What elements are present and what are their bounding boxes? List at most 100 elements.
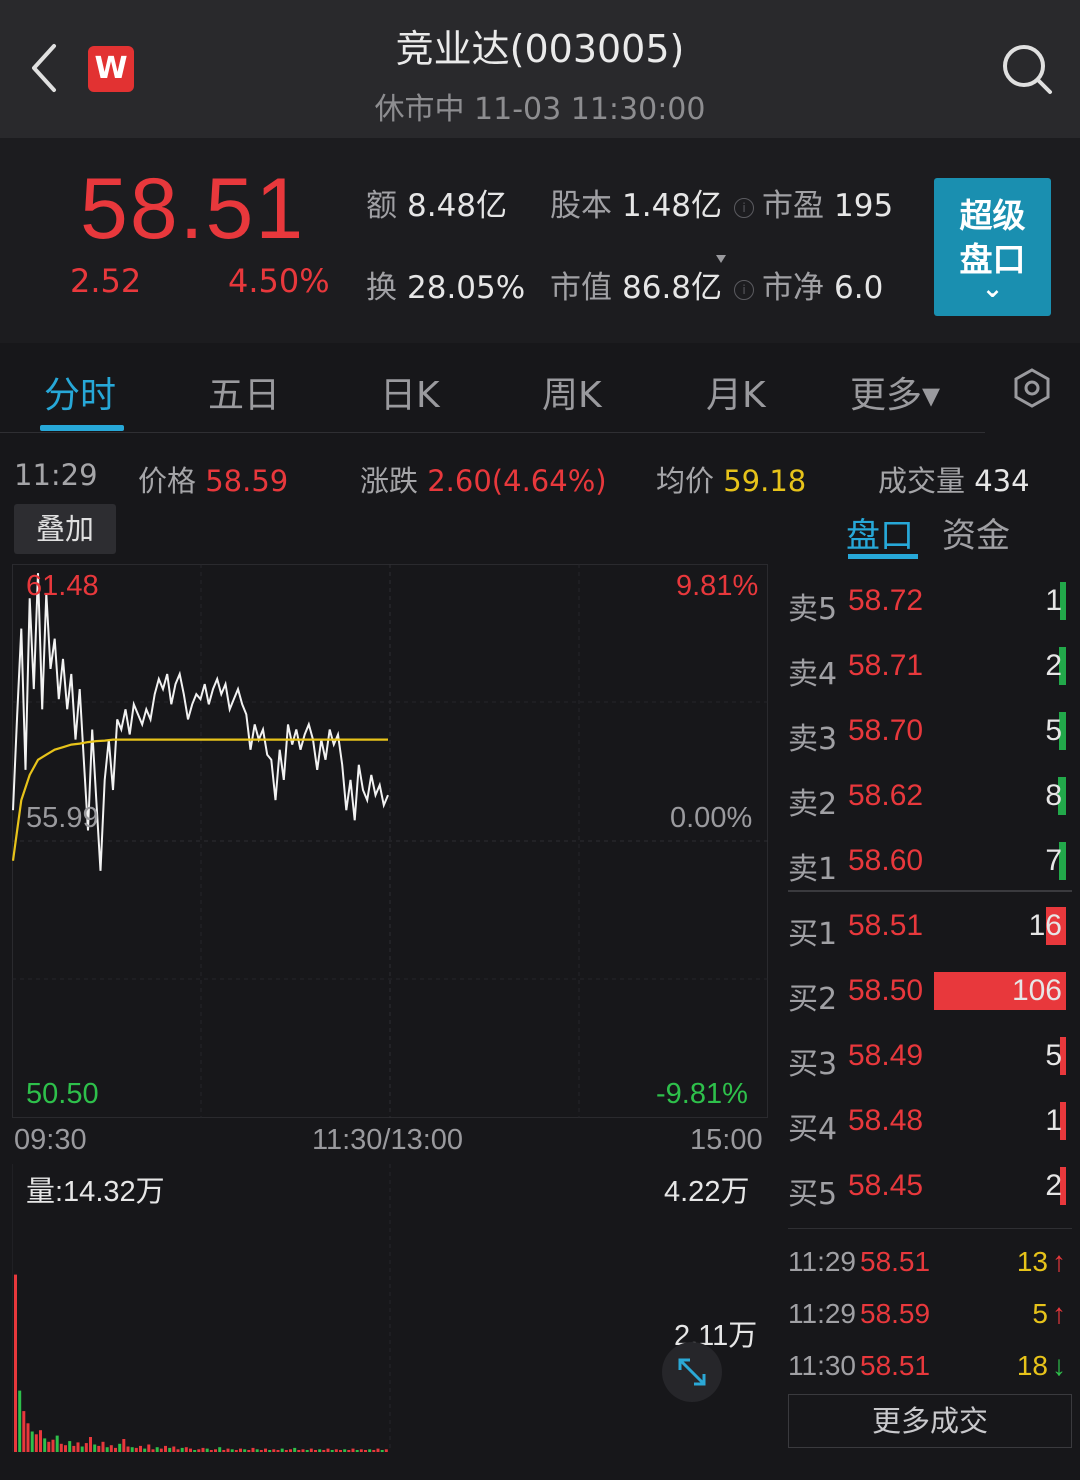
level-quantity: 2 xyxy=(1045,1169,1062,1202)
volume-bar xyxy=(276,1450,280,1452)
volume-bar xyxy=(59,1443,63,1452)
cursor-avg-price: 均价 59.18 xyxy=(656,464,807,498)
volume-bar xyxy=(76,1442,80,1452)
divider xyxy=(0,432,985,433)
stat-market-cap: 市值 86.8亿 xyxy=(550,270,723,306)
tab-more[interactable]: 更多▾ xyxy=(850,366,940,418)
level-quantity: 1 xyxy=(1045,1104,1062,1137)
tab-capital-flow[interactable]: 资金 xyxy=(942,508,1010,557)
tab-intraday[interactable]: 分时 xyxy=(44,366,116,418)
bid-level-row[interactable]: 买3 58.49 5 xyxy=(786,1033,1070,1083)
volume-bar xyxy=(22,1411,26,1452)
trade-tick-row: 11:30 58.51 18 ↓ xyxy=(788,1350,1070,1394)
volume-bar xyxy=(309,1448,313,1452)
bid-level-row[interactable]: 买5 58.45 2 xyxy=(786,1163,1070,1213)
ask-level-row[interactable]: 卖1 58.60 7 xyxy=(786,838,1070,888)
tab-daily-k[interactable]: 日K xyxy=(380,366,440,418)
volume-bar xyxy=(264,1448,267,1452)
market-status: 休市中 11-03 11:30:00 xyxy=(374,92,706,127)
tick-quantity: 18 ↓ xyxy=(1016,1350,1066,1381)
volume-bar xyxy=(255,1449,259,1452)
ask-level-row[interactable]: 卖5 58.72 1 xyxy=(786,578,1070,628)
volume-bar xyxy=(130,1447,134,1452)
expand-chart-button[interactable] xyxy=(662,1342,722,1402)
tab-five-day[interactable]: 五日 xyxy=(208,366,280,418)
chart-settings-button[interactable] xyxy=(1012,368,1052,408)
level-price: 58.50 xyxy=(848,974,924,1007)
super-orderbook-button[interactable]: 超级 盘口 ⌄ xyxy=(934,178,1051,316)
bid-level-row[interactable]: 买2 58.50 106 xyxy=(786,968,1070,1018)
bid-level-row[interactable]: 买4 58.48 1 xyxy=(786,1098,1070,1148)
volume-bar xyxy=(109,1445,113,1452)
level-price: 58.62 xyxy=(848,779,924,812)
volume-bar xyxy=(184,1447,188,1452)
search-button[interactable] xyxy=(1000,40,1056,100)
volume-bar xyxy=(126,1446,130,1452)
volume-bar xyxy=(239,1448,242,1452)
expand-icon xyxy=(678,1358,706,1386)
y-axis-right-mid-label: 0.00% xyxy=(670,802,753,834)
volume-bar xyxy=(164,1445,167,1452)
volume-bar xyxy=(280,1448,284,1452)
stat-pb[interactable]: i 市净 6.0 xyxy=(734,262,883,307)
level-label: 卖2 xyxy=(788,787,838,822)
volume-bar xyxy=(368,1449,372,1452)
volume-bar xyxy=(289,1449,292,1452)
volume-bar xyxy=(251,1447,255,1452)
volume-bar xyxy=(143,1448,147,1452)
intraday-price-chart[interactable] xyxy=(12,564,768,1118)
tick-price: 58.51 xyxy=(860,1246,931,1277)
volume-bar xyxy=(243,1449,247,1452)
last-price: 58.51 xyxy=(80,161,306,257)
volume-bar xyxy=(272,1449,276,1452)
volume-bar xyxy=(47,1441,51,1452)
volume-bar xyxy=(134,1447,138,1452)
x-tick-label: 15:00 xyxy=(690,1124,763,1156)
stat-pe[interactable]: i 市盈 195 xyxy=(734,180,893,225)
stat-turnover-rate: 换 28.05% xyxy=(366,270,526,306)
top-bar: W 竞业达(003005) 休市中 11-03 11:30:00 xyxy=(0,0,1080,138)
volume-bar xyxy=(151,1449,155,1452)
ask-level-row[interactable]: 卖2 58.62 8 xyxy=(786,773,1070,823)
more-trades-button[interactable]: 更多成交 xyxy=(788,1394,1072,1448)
level-price: 58.49 xyxy=(848,1039,924,1072)
volume-bar xyxy=(155,1447,159,1452)
overlay-button[interactable]: 叠加 xyxy=(14,504,116,554)
bid-level-row[interactable]: 买1 58.51 16 xyxy=(786,903,1070,953)
search-icon xyxy=(1003,45,1052,94)
volume-bar xyxy=(259,1450,263,1452)
volume-bar xyxy=(26,1423,30,1452)
tab-orderbook[interactable]: 盘口 xyxy=(846,508,914,557)
tick-time: 11:29 xyxy=(788,1246,856,1277)
x-tick-label: 11:30/13:00 xyxy=(312,1124,464,1156)
volume-bar xyxy=(105,1447,109,1452)
y-axis-max-label: 61.48 xyxy=(26,570,99,602)
volume-bar xyxy=(347,1450,351,1452)
volume-bar xyxy=(114,1447,117,1452)
arrow-up-icon: ↑ xyxy=(1052,1246,1066,1277)
level-price: 58.60 xyxy=(848,844,924,877)
ask-level-row[interactable]: 卖4 58.71 2 xyxy=(786,643,1070,693)
volume-bar xyxy=(372,1450,376,1452)
active-tab-indicator xyxy=(40,425,124,431)
stat-turnover-amount: 额 8.48亿 xyxy=(366,188,508,224)
tab-weekly-k[interactable]: 周K xyxy=(542,366,602,418)
level-price: 58.70 xyxy=(848,714,924,747)
volume-bar xyxy=(330,1450,334,1452)
dropdown-marker xyxy=(716,255,726,263)
volume-bar xyxy=(34,1434,38,1452)
volume-bar xyxy=(30,1431,34,1452)
volume-bar xyxy=(322,1450,326,1452)
ask-level-row[interactable]: 卖3 58.70 5 xyxy=(786,708,1070,758)
volume-bar xyxy=(376,1448,380,1452)
x-tick-label: 09:30 xyxy=(14,1124,87,1156)
y-axis-min-label: 50.50 xyxy=(26,1078,99,1110)
volume-bar xyxy=(122,1439,126,1452)
volume-total-label: 量:14.32万 xyxy=(26,1176,165,1208)
volume-bar xyxy=(339,1450,342,1452)
volume-bar xyxy=(384,1449,388,1452)
tab-monthly-k[interactable]: 月K xyxy=(706,366,766,418)
y-axis-right-max-label: 9.81% xyxy=(676,570,759,602)
level-label: 卖1 xyxy=(788,852,838,887)
level-label: 卖4 xyxy=(788,657,838,692)
